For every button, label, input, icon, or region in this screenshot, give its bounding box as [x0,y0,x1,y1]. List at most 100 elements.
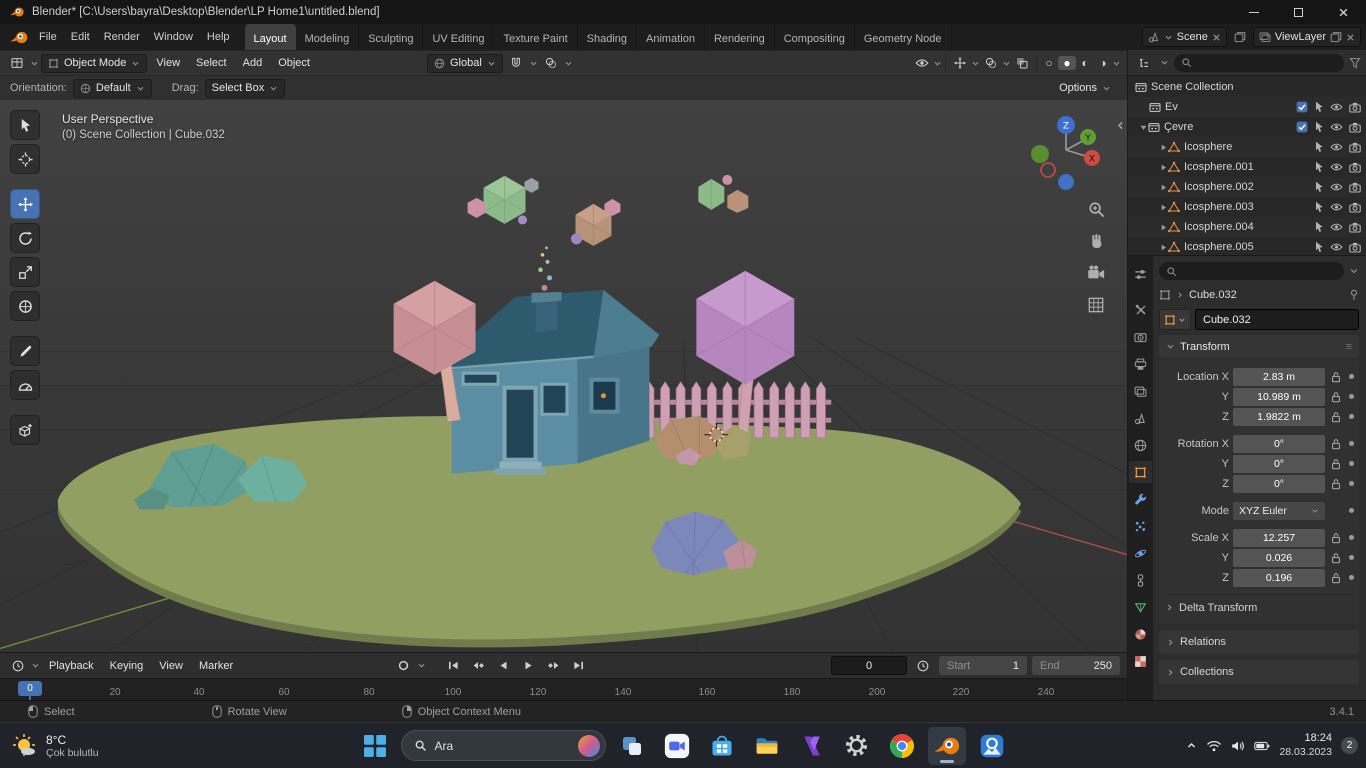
select-box-tool[interactable] [10,110,40,140]
tab-view-layer[interactable] [1129,380,1152,402]
workspace-tab-layout[interactable]: Layout [244,24,296,50]
maximize-button[interactable] [1276,0,1321,24]
pin-icon[interactable] [1349,289,1359,301]
render-camera-icon[interactable] [1349,162,1361,173]
transform-panel-header[interactable]: Transform ≡ [1159,335,1359,358]
expand-triangle-icon[interactable] [1158,163,1168,172]
wifi-icon[interactable] [1206,740,1222,752]
rotate-tool[interactable] [10,223,40,253]
house-object[interactable] [432,246,660,475]
tab-world[interactable] [1129,434,1152,456]
outliner-row-cevre[interactable]: Çevre [1128,117,1366,137]
orientation-default-dropdown[interactable]: Default [72,78,152,98]
xray-toggle[interactable] [1011,54,1033,73]
tab-texture[interactable] [1129,650,1152,672]
new-viewlayer-icon[interactable] [1330,31,1342,43]
lock-icon[interactable] [1329,391,1343,403]
camera-view-icon[interactable] [1085,262,1107,284]
navigation-gizmo[interactable]: Z Y X [1024,112,1108,196]
animate-dot[interactable] [1349,414,1354,419]
menu-object[interactable]: Object [271,57,317,69]
hidden-icons-chevron[interactable] [1186,740,1197,751]
drag-mode-dropdown[interactable]: Select Box [204,78,286,98]
new-scene-button[interactable] [1231,31,1249,43]
add-cube-tool[interactable] [10,415,40,445]
selectable-icon[interactable] [1314,241,1324,253]
lock-icon[interactable] [1329,478,1343,490]
chrome-button[interactable] [883,727,921,765]
notification-badge[interactable]: 2 [1341,737,1358,754]
lock-icon[interactable] [1329,438,1343,450]
expand-triangle-icon[interactable] [1138,123,1148,132]
viewlayer-selector[interactable]: ViewLayer [1252,27,1361,47]
outliner-row-ev[interactable]: Ev [1128,97,1366,117]
expand-triangle-icon[interactable] [1158,183,1168,192]
next-keyframe-button[interactable] [542,657,564,675]
sidebar-collapse-arrow[interactable] [1115,120,1126,131]
expand-triangle-icon[interactable] [1158,143,1168,152]
object-name-field[interactable]: Cube.032 [1195,309,1359,330]
selectable-icon[interactable] [1314,101,1324,113]
jump-to-end-button[interactable] [567,657,589,675]
clock-widget[interactable]: 18:24 28.03.2023 [1279,732,1332,759]
filter-funnel-icon[interactable] [1349,57,1361,69]
selectable-icon[interactable] [1314,181,1324,193]
hide-eye-icon[interactable] [1330,122,1343,132]
hide-eye-icon[interactable] [1330,222,1343,232]
start-frame-field[interactable]: Start 1 [939,656,1027,675]
selectable-icon[interactable] [1314,201,1324,213]
lock-icon[interactable] [1329,371,1343,383]
zoom-icon[interactable] [1085,198,1107,220]
render-camera-icon[interactable] [1349,142,1361,153]
editor-type-button[interactable] [6,54,28,73]
overlays-chevron-icon[interactable] [1002,59,1011,68]
overlays-toggle[interactable] [980,54,1002,73]
store-button[interactable] [703,727,741,765]
play-reverse-button[interactable] [492,657,514,675]
move-tool[interactable] [10,189,40,219]
menu-render[interactable]: Render [97,24,147,50]
viewport-3d[interactable]: User Perspective (0) Scene Collection | … [0,100,1127,652]
auto-keying-button[interactable] [392,657,414,675]
outliner-row-icosphere-005[interactable]: Icosphere.005 [1128,237,1366,255]
measure-tool[interactable] [10,370,40,400]
render-camera-icon[interactable] [1349,122,1361,133]
delta-transform-section[interactable]: Delta Transform [1165,594,1353,616]
hide-eye-icon[interactable] [1330,142,1343,152]
render-camera-icon[interactable] [1349,222,1361,233]
tab-scene[interactable] [1129,407,1152,429]
task-view-button[interactable] [613,727,651,765]
tab-render[interactable] [1129,326,1152,348]
tab-constraints[interactable] [1129,569,1152,591]
properties-editor-type-button[interactable] [1129,263,1152,285]
outliner-row-icosphere-002[interactable]: Icosphere.002 [1128,177,1366,197]
menu-view[interactable]: View [149,57,187,69]
outliner-row-icosphere[interactable]: Icosphere [1128,137,1366,157]
menu-marker[interactable]: Marker [192,660,240,672]
rotation-z-field[interactable]: 0° [1233,474,1325,493]
workspace-tab-texture-paint[interactable]: Texture Paint [494,24,578,50]
app-icon-purple-button[interactable] [793,727,831,765]
shading-chevron-icon[interactable] [1112,59,1121,68]
scale-y-field[interactable]: 0.026 [1233,548,1325,567]
menu-view-timeline[interactable]: View [152,660,190,672]
hide-eye-icon[interactable] [1330,242,1343,252]
teams-chat-button[interactable] [658,727,696,765]
cursor-tool[interactable] [10,144,40,174]
selectable-icon[interactable] [1314,121,1324,133]
scale-tool[interactable] [10,257,40,287]
lock-icon[interactable] [1329,532,1343,544]
floating-rocks-mid[interactable] [570,198,621,246]
close-button[interactable] [1321,0,1366,24]
properties-search-input[interactable] [1159,262,1344,280]
location-y-field[interactable]: 10.989 m [1233,387,1325,406]
keying-chevron-icon[interactable] [417,661,426,670]
animate-dot[interactable] [1349,374,1354,379]
outliner-row-icosphere-004[interactable]: Icosphere.004 [1128,217,1366,237]
titlebar[interactable]: Blender* [C:\Users\bayra\Desktop\Blender… [0,0,1366,24]
blender-logo-icon[interactable] [9,30,29,45]
selectable-icon[interactable] [1314,141,1324,153]
outliner-search-input[interactable] [1174,53,1344,72]
id-type-selector[interactable] [1159,309,1191,330]
floating-rocks-right[interactable] [698,174,749,213]
